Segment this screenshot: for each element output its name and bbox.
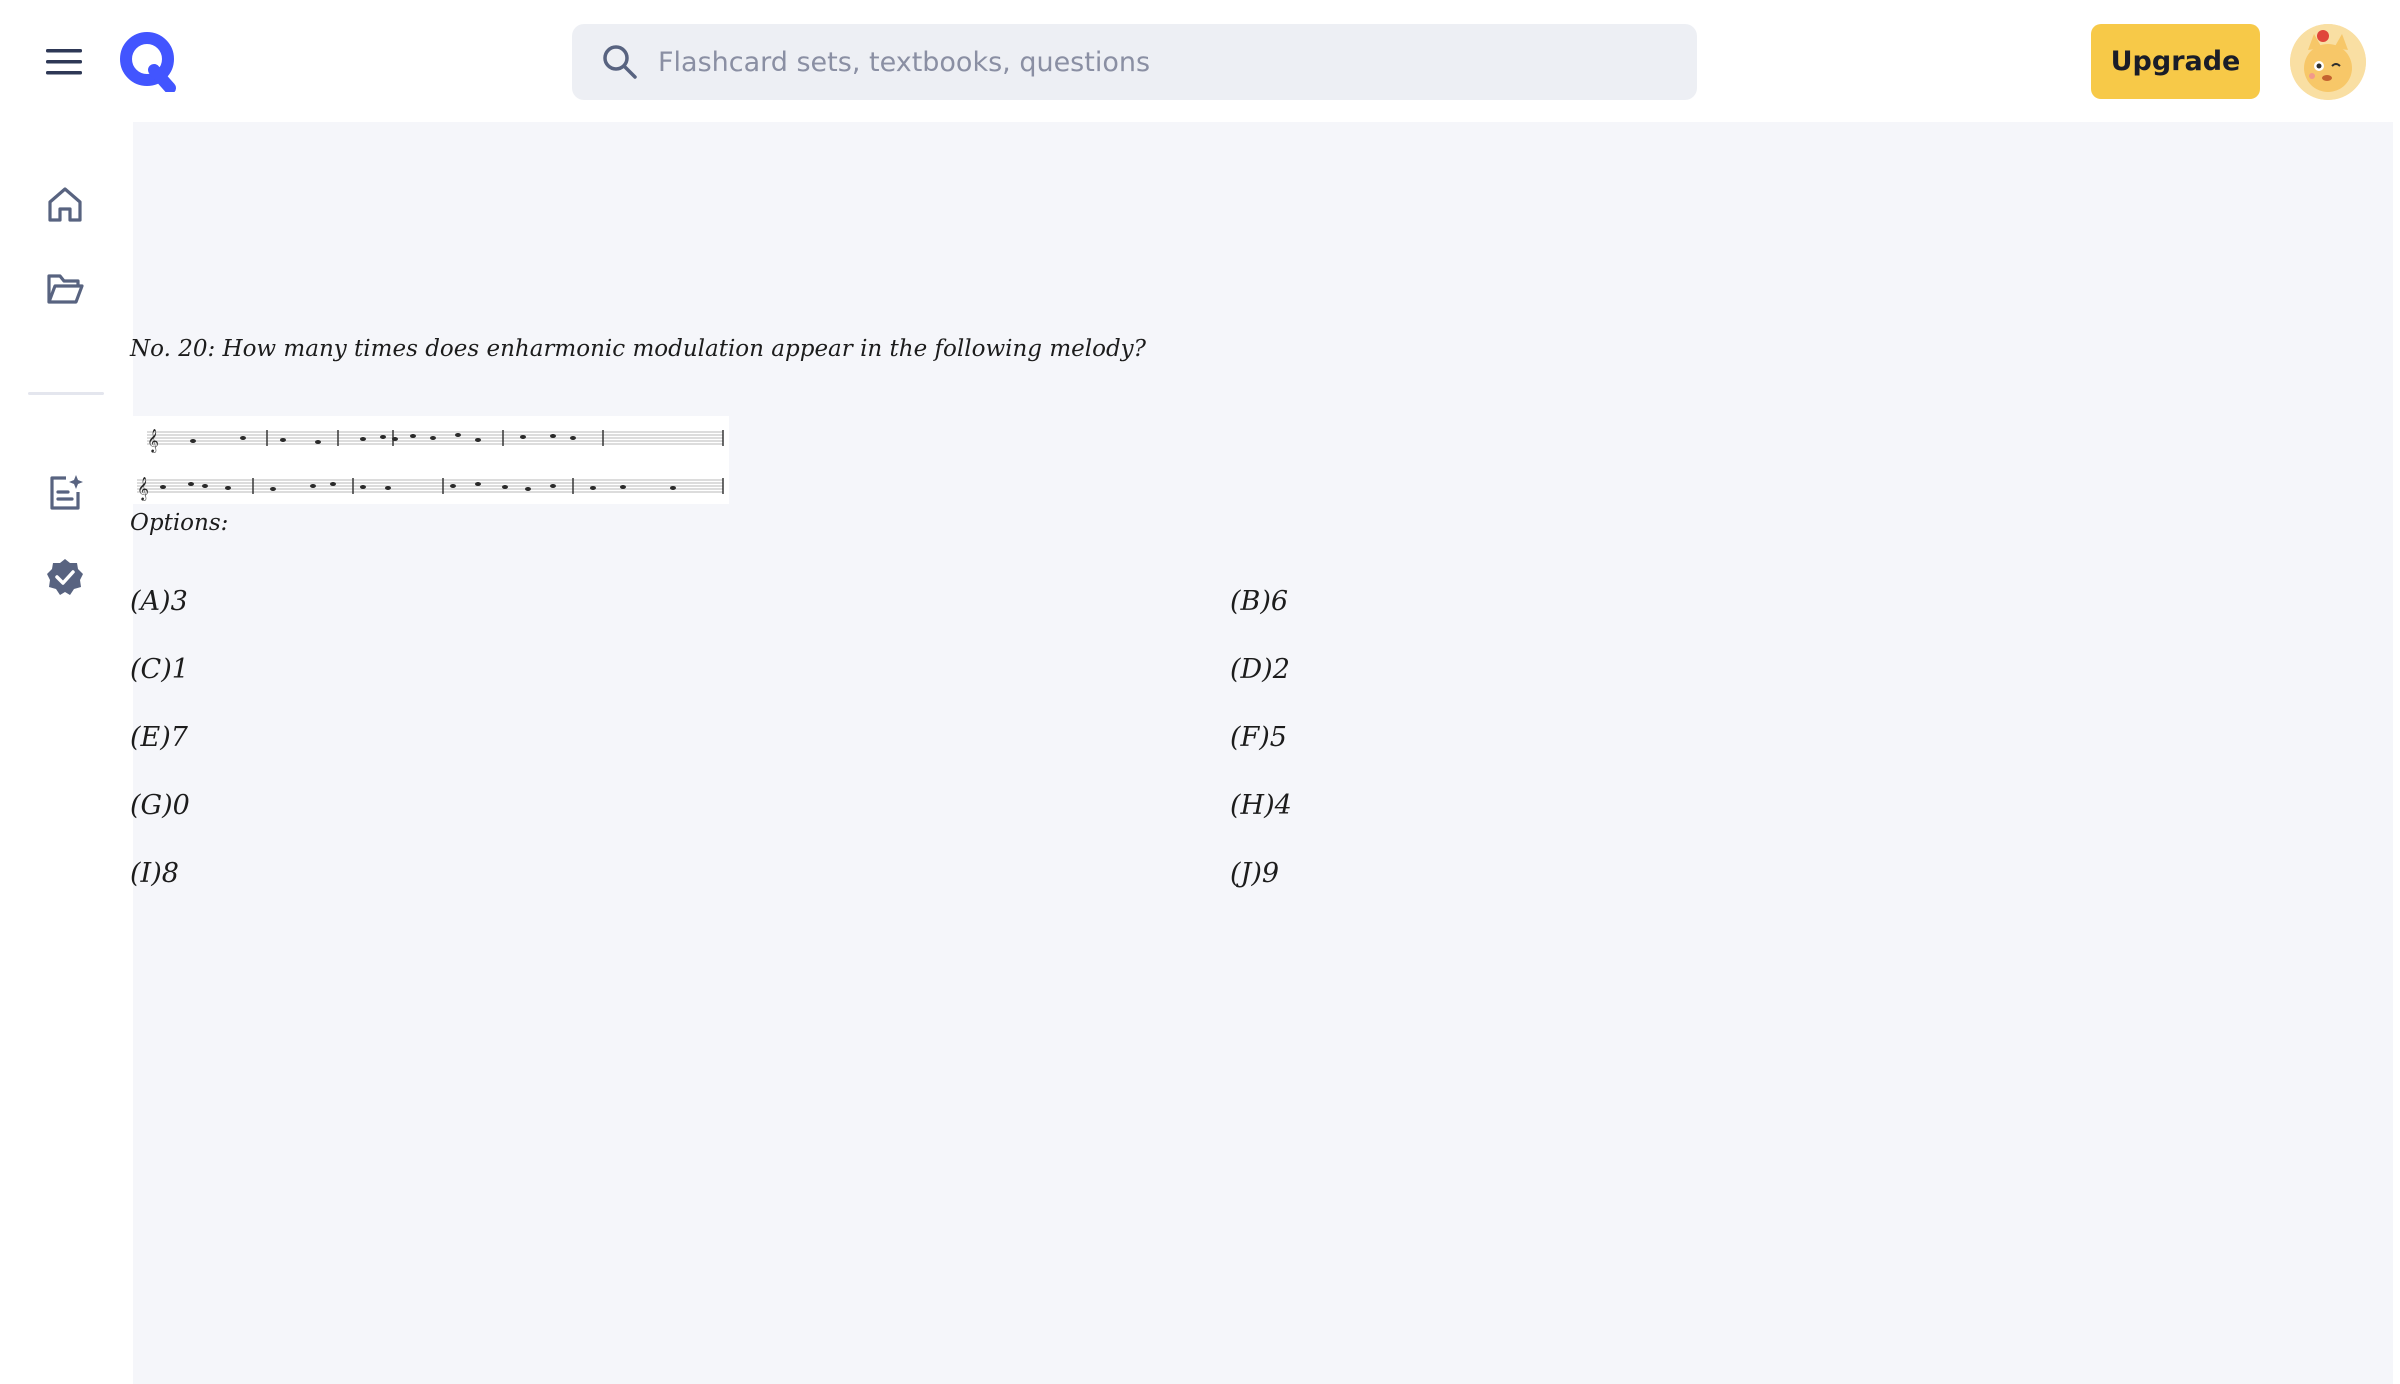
main-content [133,122,2393,1384]
folder-icon[interactable] [44,268,86,310]
question-text: No. 20: How many times does enharmonic m… [130,336,1147,362]
verified-badge-icon[interactable] [44,556,86,598]
option-a[interactable]: (A)3 [130,586,188,617]
svg-text:𝄞: 𝄞 [147,428,159,453]
sidebar [0,122,132,1384]
sidebar-divider [28,392,104,395]
option-h[interactable]: (H)4 [1230,790,1292,821]
avatar[interactable] [2290,24,2366,100]
sheet-music-icon: 𝄞 𝄞 [137,428,724,501]
hamburger-icon[interactable] [44,42,84,82]
option-b[interactable]: (B)6 [1230,586,1288,617]
options-label: Options: [130,510,229,536]
upgrade-button[interactable]: Upgrade [2091,24,2260,99]
option-d[interactable]: (D)2 [1230,654,1290,685]
option-e[interactable]: (E)7 [130,722,188,753]
quizlet-logo-icon[interactable] [118,30,178,92]
svg-text:𝄞: 𝄞 [137,476,149,501]
option-f[interactable]: (F)5 [1230,722,1287,753]
option-j[interactable]: (J)9 [1230,858,1279,889]
option-i[interactable]: (I)8 [130,858,179,889]
avatar-image [2290,24,2366,100]
search-input[interactable] [658,32,1658,92]
option-g[interactable]: (G)0 [130,790,190,821]
option-c[interactable]: (C)1 [130,654,189,685]
search-icon [603,45,637,79]
search-bar[interactable] [572,24,1697,100]
home-icon[interactable] [44,184,86,226]
top-bar: Upgrade [0,0,2400,122]
sparkle-notes-icon[interactable] [44,472,86,514]
melody-score-image: 𝄞 𝄞 [133,416,729,504]
